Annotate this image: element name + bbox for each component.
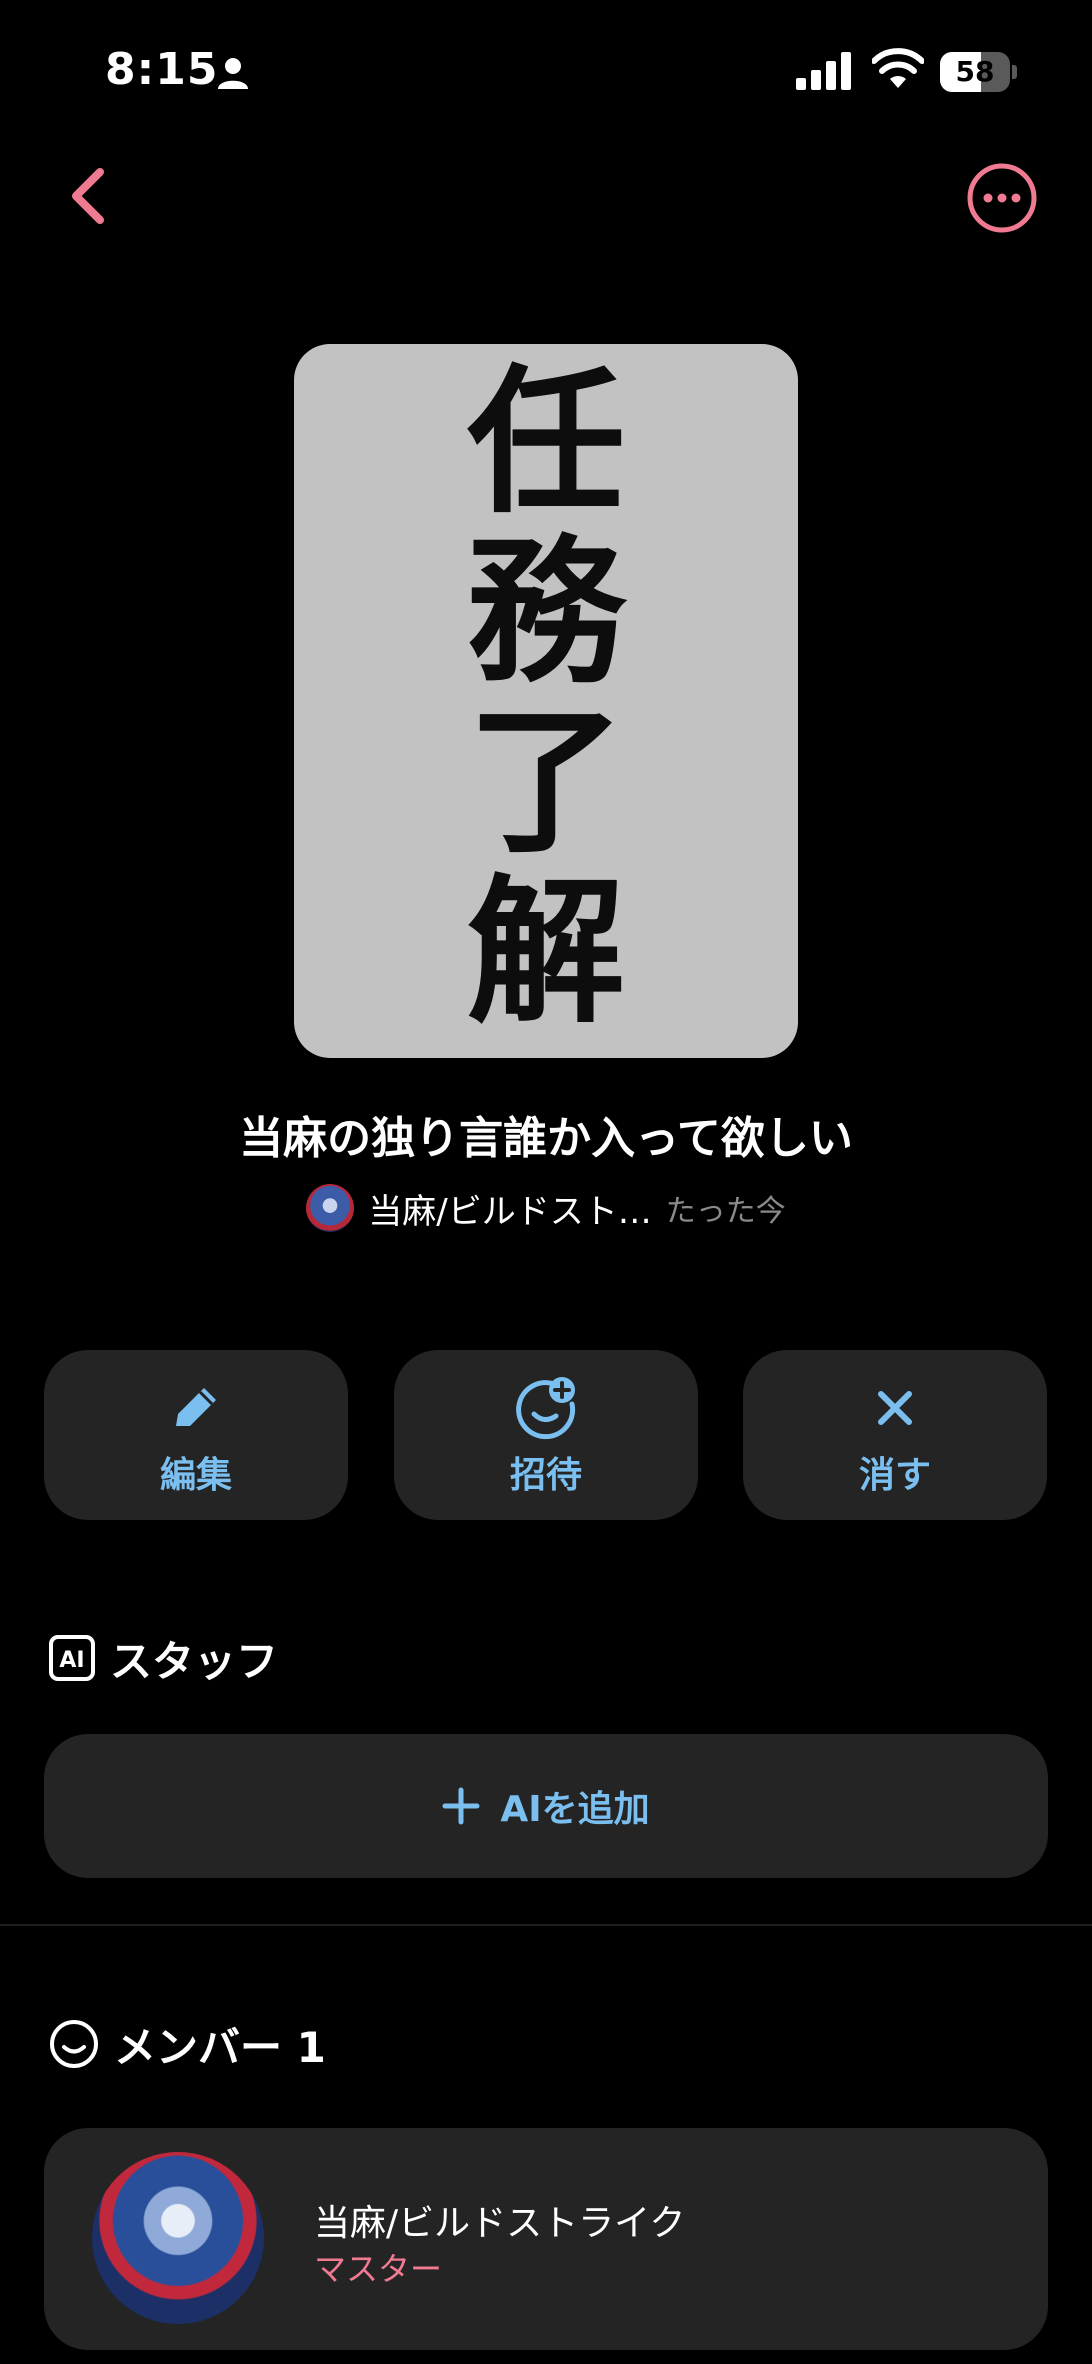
edit-button[interactable]: 編集: [44, 1350, 348, 1520]
smiley-icon: [50, 2020, 98, 2068]
staff-section-header: AI スタッフ: [48, 1630, 278, 1686]
battery-percent: 58: [955, 55, 995, 88]
cover-char: 解: [467, 860, 625, 1045]
invite-button[interactable]: 招待: [394, 1350, 698, 1520]
back-button[interactable]: [60, 160, 120, 232]
updated-time: たった今: [665, 1194, 786, 1229]
wifi-icon: [872, 48, 924, 88]
close-icon: [878, 1391, 912, 1425]
delete-button[interactable]: 消す: [743, 1350, 1047, 1520]
svg-text:AI: AI: [59, 1648, 84, 1673]
room-cover-image: 任 務 了 解: [294, 344, 798, 1058]
plus-icon: [442, 1787, 480, 1825]
more-options-button[interactable]: [966, 162, 1038, 234]
pencil-icon: [176, 1388, 216, 1426]
member-role: マスター: [314, 2250, 443, 2288]
cover-calligraphy: 任 務 了 解: [294, 358, 798, 1038]
cellular-signal-icon: [796, 52, 851, 90]
ai-badge-icon: AI: [49, 1635, 95, 1681]
cover-char: 了: [467, 690, 625, 875]
owner-name: 当麻/ビルドスト…: [368, 1191, 652, 1232]
cover-char: 任: [467, 350, 625, 535]
battery-indicator: 58: [940, 52, 1018, 92]
member-list-item[interactable]: 当麻/ビルドストライク マスター: [44, 2128, 1048, 2350]
delete-label: 消す: [858, 1455, 931, 1496]
edit-label: 編集: [159, 1455, 232, 1496]
add-person-icon: [516, 1377, 576, 1440]
person-icon: [218, 58, 248, 89]
owner-avatar: [306, 1184, 355, 1232]
member-name: 当麻/ビルドストライク: [314, 2203, 686, 2244]
status-time: 8:15: [105, 44, 219, 95]
section-divider: [0, 1924, 1092, 1926]
room-title: 当麻の独り言誰か入って欲しい: [239, 1113, 853, 1164]
invite-label: 招待: [509, 1455, 582, 1496]
staff-heading: スタッフ: [110, 1636, 279, 1686]
member-avatar: [92, 2152, 264, 2324]
members-heading: メンバー 1: [114, 2022, 326, 2072]
add-ai-label: AIを追加: [500, 1789, 650, 1830]
add-ai-button[interactable]: AIを追加: [44, 1734, 1048, 1878]
room-owner-row[interactable]: 当麻/ビルドスト… たった今: [0, 1182, 1092, 1234]
cover-char: 務: [467, 520, 625, 705]
members-section-header: メンバー 1: [48, 2016, 326, 2072]
